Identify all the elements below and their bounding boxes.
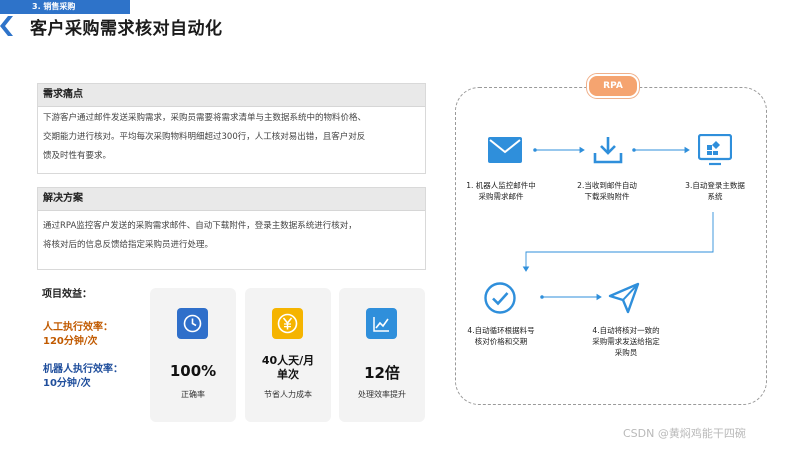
efficiency-caption: 处理效率提升: [358, 390, 406, 399]
manual-efficiency-value: 120分钟/次: [43, 336, 98, 347]
benefits-label: 项目效益：: [42, 289, 92, 300]
robot-efficiency: 机器人执行效率： 10分钟/次: [43, 363, 123, 391]
yen-icon: [272, 308, 303, 339]
step-line: 4.自动循环根据料号: [467, 326, 535, 335]
clock-icon: [177, 308, 208, 339]
step-line: 4.自动将核对一致的: [592, 326, 660, 335]
solution-panel: 解决方案 通过RPA监控客户发送的采购需求邮件、自动下载附件，登录主数据系统进行…: [37, 187, 426, 270]
robot-efficiency-label: 机器人执行效率：: [43, 364, 123, 375]
step-line: 采购员: [614, 348, 638, 357]
page-title: 客户采购需求核对自动化: [30, 19, 223, 39]
accuracy-card: 100% 正确率: [150, 288, 236, 422]
flow-step-5-label: 4.自动将核对一致的 采购需求发送给指定 采购员: [580, 325, 672, 358]
flow-step-3-label: 3.自动登录主数据 系统: [674, 180, 756, 202]
pain-line: 下游客户通过邮件发送采购需求，采购员需要将需求清单与主数据系统中的物料价格、: [43, 113, 367, 123]
pain-line: 馈及时性有要求。: [43, 151, 112, 161]
step-line: 下载采购附件: [584, 192, 630, 201]
labor-saving-caption: 节省人力成本: [264, 390, 312, 399]
robot-efficiency-value: 10分钟/次: [43, 378, 91, 389]
labor-saving-value: 40人天/月 单次: [245, 354, 331, 382]
step-line: 核对价格和交期: [474, 337, 528, 346]
pain-points-panel: 需求痛点 下游客户通过邮件发送采购需求，采购员需要将需求清单与主数据系统中的物料…: [37, 83, 426, 174]
chart-icon: [366, 308, 397, 339]
send-icon: [608, 282, 640, 314]
labor-saving-value-line1: 40人天/月: [261, 354, 315, 367]
flow-step-2-label: 2.当收到邮件自动 下载采购附件: [565, 180, 649, 202]
solution-line: 通过RPA监控客户发送的采购需求邮件、自动下载附件，登录主数据系统进行核对，: [43, 221, 357, 231]
accuracy-caption: 正确率: [181, 390, 205, 399]
manual-efficiency: 人工执行效率： 120分钟/次: [43, 321, 113, 349]
check-circle-icon: [484, 282, 516, 314]
efficiency-value: 12倍: [364, 364, 400, 382]
flow-step-4-label: 4.自动循环根据料号 核对价格和交期: [458, 325, 544, 347]
step-line: 3.自动登录主数据: [685, 181, 745, 190]
manual-efficiency-label: 人工执行效率：: [43, 322, 113, 333]
download-icon: [593, 137, 623, 164]
section-tag: 3. 销售采购: [0, 0, 130, 14]
solution-text: 通过RPA监控客户发送的采购需求邮件、自动下载附件，登录主数据系统进行核对， 将…: [38, 211, 425, 255]
solution-line: 将核对后的信息反馈给指定采购员进行处理。: [43, 240, 214, 250]
labor-saving-card: 40人天/月 单次 节省人力成本: [245, 288, 331, 422]
labor-saving-value-line2: 单次: [277, 368, 299, 381]
efficiency-card: 12倍 处理效率提升: [339, 288, 425, 422]
step-line: 2.当收到邮件自动: [577, 181, 637, 190]
mail-icon: [488, 137, 522, 163]
pain-points-heading: 需求痛点: [38, 84, 425, 107]
step-line: 系统: [707, 192, 723, 201]
accuracy-value: 100%: [169, 362, 217, 380]
step-line: 采购需求发送给指定: [592, 337, 660, 346]
chevron-left-icon: [0, 16, 13, 36]
solution-heading: 解决方案: [38, 188, 425, 211]
pain-line: 交期能力进行核对。平均每次采购物料明细超过300行，人工核对易出错，且客户对反: [43, 132, 366, 142]
system-icon: [698, 134, 732, 166]
watermark: CSDN @黄焖鸡能干四碗: [623, 427, 746, 440]
flow-step-1-label: 1. 机器人监控邮件中 采购需求邮件: [455, 180, 547, 202]
step-line: 1. 机器人监控邮件中: [466, 181, 536, 190]
connector-3-4: [525, 212, 714, 267]
pain-points-text: 下游客户通过邮件发送采购需求，采购员需要将需求清单与主数据系统中的物料价格、 交…: [38, 107, 425, 166]
step-line: 采购需求邮件: [478, 192, 524, 201]
